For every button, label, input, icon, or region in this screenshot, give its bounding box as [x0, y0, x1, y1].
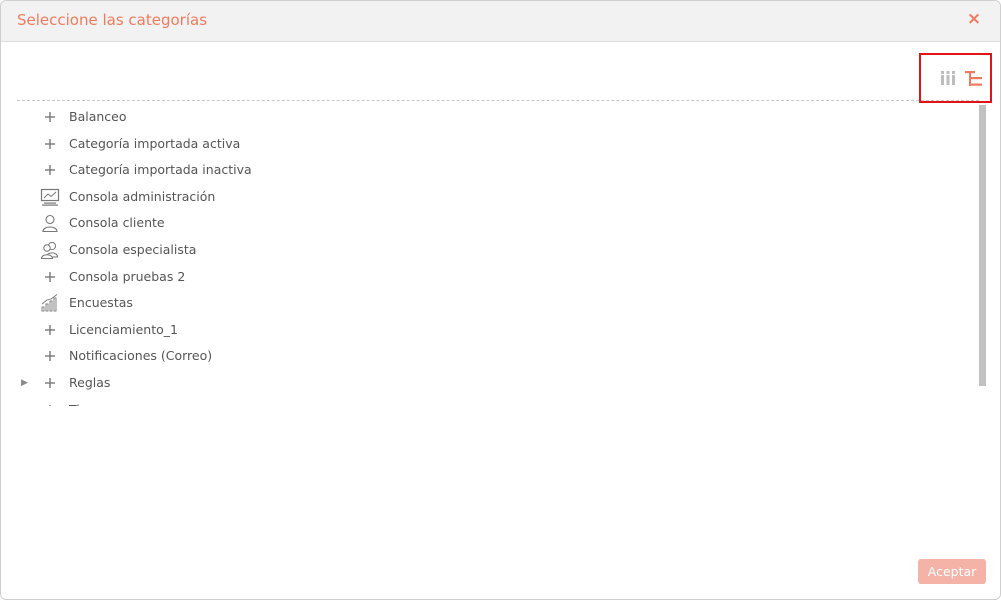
- bar-chart-icon: [40, 293, 60, 313]
- tree-item-balanceo[interactable]: Balanceo: [17, 105, 979, 132]
- tree-item-label: Consola especialista: [69, 241, 197, 257]
- tree-item-categoria-importada-activa[interactable]: Categoría importada activa: [17, 132, 979, 159]
- tree-item-label: Licenciamiento_1: [69, 321, 178, 337]
- tree-item-label: Ti: [69, 402, 80, 406]
- category-tree: Balanceo Categoría importada activa Cate…: [17, 105, 979, 406]
- tree-item-categoria-importada-inactiva[interactable]: Categoría importada inactiva: [17, 158, 979, 185]
- tree-item-consola-administracion[interactable]: Consola administración: [17, 185, 979, 212]
- plus-icon[interactable]: [40, 373, 60, 393]
- tree-view-icon[interactable]: [964, 69, 984, 89]
- tree-item-label: Consola cliente: [69, 215, 165, 231]
- tree-item-label: Encuestas: [69, 295, 133, 311]
- tree-item-label: Consola pruebas 2: [69, 268, 186, 284]
- tree-item-label: Reglas: [69, 374, 111, 390]
- plus-icon[interactable]: [40, 346, 60, 366]
- tree-item-notificaciones-correo[interactable]: Notificaciones (Correo): [17, 344, 979, 371]
- plus-icon[interactable]: [40, 267, 60, 287]
- tree-item-label: Categoría importada activa: [69, 135, 241, 151]
- monitor-icon: [40, 187, 60, 207]
- close-icon[interactable]: ×: [964, 9, 984, 29]
- tree-item-label: Notificaciones (Correo): [69, 348, 213, 364]
- dialog-header: Seleccione las categorías ×: [1, 1, 1000, 42]
- tree-item-ti[interactable]: Ti: [17, 398, 979, 406]
- tree-item-consola-cliente[interactable]: Consola cliente: [17, 211, 979, 238]
- toolbar-divider: [17, 100, 979, 101]
- tree-item-consola-especialista[interactable]: Consola especialista: [17, 238, 979, 265]
- tree-item-label: Balanceo: [69, 109, 127, 124]
- plus-icon[interactable]: [40, 134, 60, 154]
- tree-item-consola-pruebas-2[interactable]: Consola pruebas 2: [17, 265, 979, 292]
- plus-icon[interactable]: [40, 400, 60, 406]
- scrollbar-thumb[interactable]: [979, 105, 986, 386]
- dialog-title: Seleccione las categorías: [17, 11, 208, 29]
- plus-icon[interactable]: [40, 320, 60, 340]
- plus-icon[interactable]: [40, 160, 60, 180]
- plus-icon[interactable]: [40, 107, 60, 127]
- users-icon: [40, 240, 60, 260]
- expand-arrow-icon[interactable]: ▶: [21, 376, 31, 390]
- user-icon: [40, 213, 60, 233]
- tree-scrollbar[interactable]: [979, 105, 986, 406]
- tree-item-label: Categoría importada inactiva: [69, 162, 252, 178]
- view-toggle-group: [919, 53, 992, 103]
- tree-item-encuestas[interactable]: Encuestas: [17, 291, 979, 318]
- tree-item-reglas[interactable]: ▶ Reglas: [17, 371, 979, 398]
- category-dialog: Seleccione las categorías × Balanceo Cat…: [0, 0, 1001, 600]
- tree-item-licenciamiento-1[interactable]: Licenciamiento_1: [17, 318, 979, 345]
- columns-view-icon[interactable]: [938, 69, 958, 87]
- tree-item-label: Consola administración: [69, 188, 216, 204]
- accept-button[interactable]: Aceptar: [918, 559, 986, 584]
